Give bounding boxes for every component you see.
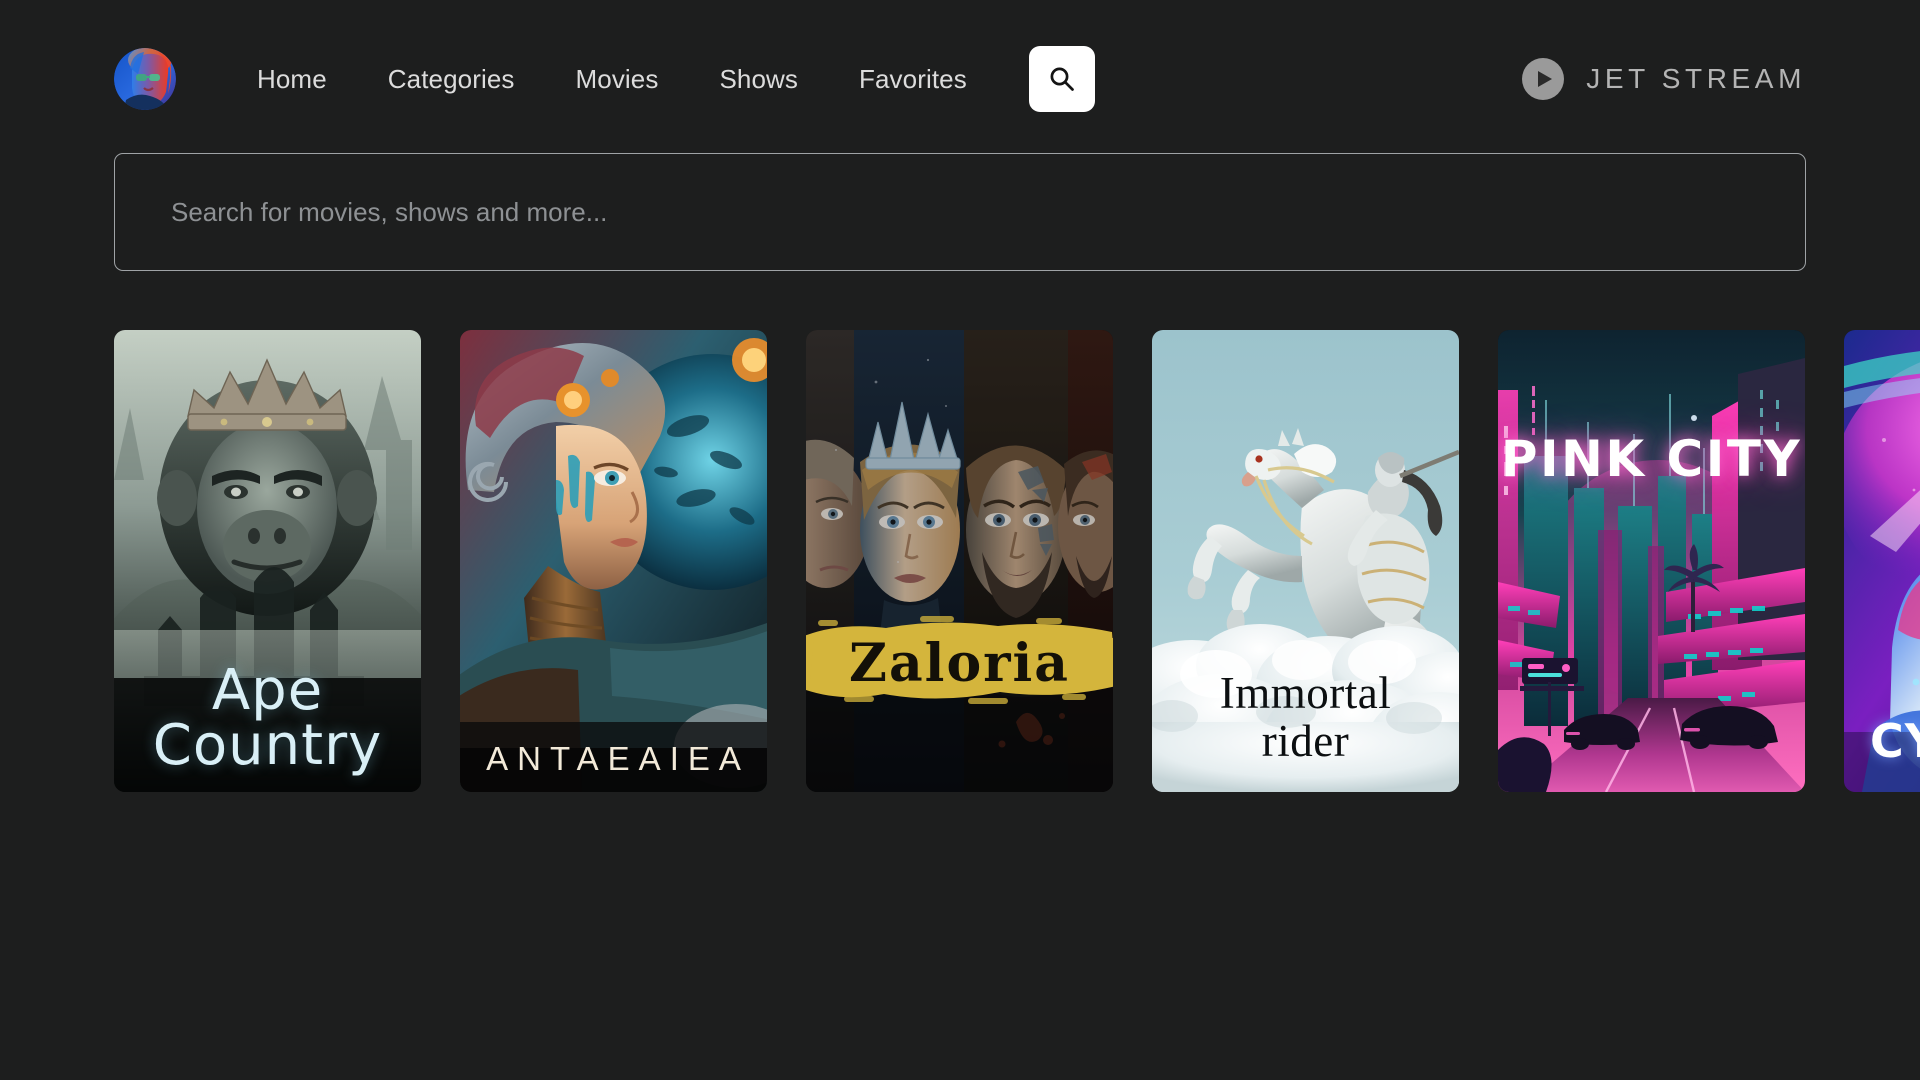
poster-card-immortal-rider[interactable]: Immortal rider <box>1152 330 1459 792</box>
nav-item-shows[interactable]: Shows <box>719 58 798 101</box>
user-avatar[interactable] <box>114 48 176 110</box>
nav-item-movies[interactable]: Movies <box>576 58 659 101</box>
user-avatar-portrait-icon <box>114 48 176 110</box>
poster-artwork-pink-city <box>1498 330 1805 792</box>
poster-card-pink-city[interactable]: PINK CITY <box>1498 330 1805 792</box>
site-header: Home Categories Movies Shows Favorites J… <box>0 0 1920 158</box>
poster-rail[interactable]: Ape Country ANTAEAIEA Zaloria Immortal r… <box>0 330 1920 792</box>
brand-wordmark: JET STREAM <box>1586 63 1806 94</box>
brand-logo[interactable]: JET STREAM <box>1522 58 1806 100</box>
poster-artwork-immortal-rider <box>1152 330 1459 792</box>
nav-item-categories[interactable]: Categories <box>388 58 515 101</box>
poster-card-cyber[interactable]: CY <box>1844 330 1920 792</box>
nav-item-home[interactable]: Home <box>257 58 327 101</box>
search-icon <box>1050 67 1074 91</box>
play-circle-icon <box>1522 58 1565 100</box>
search-toggle-button[interactable] <box>1028 46 1095 112</box>
main-navigation: Home Categories Movies Shows Favorites <box>257 46 1095 112</box>
search-input[interactable] <box>114 153 1806 271</box>
poster-card-ape-country[interactable]: Ape Country <box>114 330 421 792</box>
poster-card-antaeaiea[interactable]: ANTAEAIEA <box>460 330 767 792</box>
poster-artwork-ape-country <box>114 330 421 792</box>
poster-artwork-zaloria <box>806 330 1113 792</box>
poster-artwork-cyber <box>1844 330 1920 792</box>
poster-card-zaloria[interactable]: Zaloria <box>806 330 1113 792</box>
nav-item-favorites[interactable]: Favorites <box>859 58 967 101</box>
search-bar-container <box>0 153 1920 271</box>
poster-artwork-antaeaiea <box>460 330 767 792</box>
